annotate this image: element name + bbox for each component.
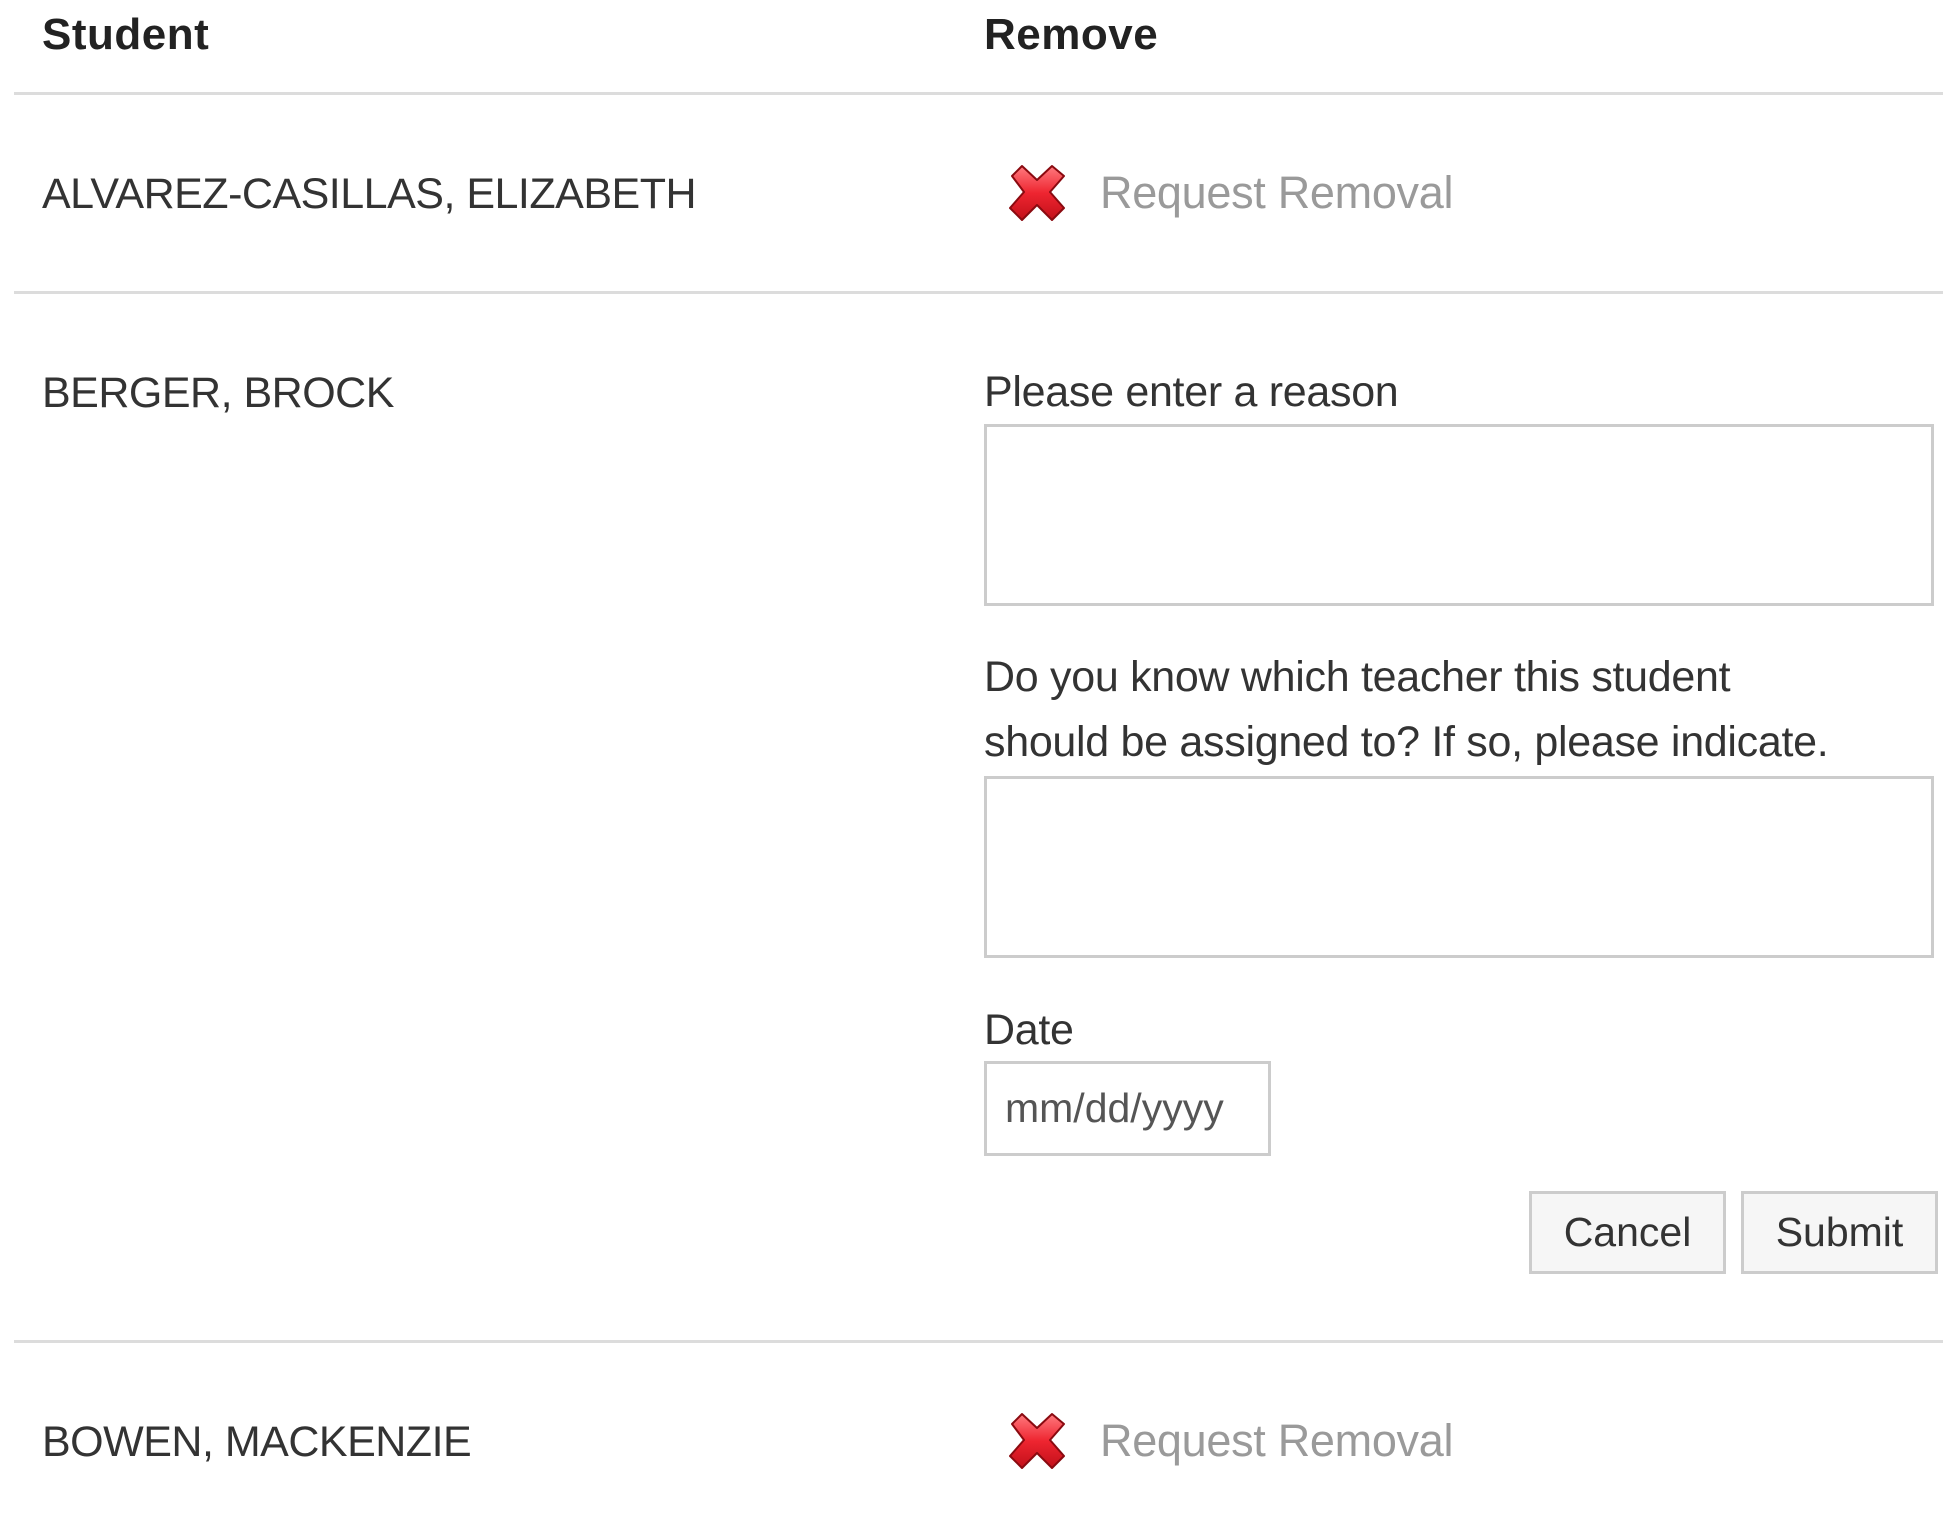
date-input[interactable] — [984, 1061, 1271, 1156]
reason-textarea[interactable] — [984, 424, 1934, 606]
request-removal-link[interactable]: Request Removal — [984, 1406, 1453, 1476]
header-divider — [14, 92, 1943, 95]
red-x-icon — [1002, 158, 1072, 228]
submit-button[interactable]: Submit — [1741, 1191, 1938, 1274]
date-label: Date — [984, 1006, 1074, 1054]
teacher-question-line2: should be assigned to? If so, please ind… — [984, 718, 1829, 766]
row-divider — [14, 1340, 1943, 1343]
column-header-student: Student — [42, 10, 210, 59]
teacher-textarea[interactable] — [984, 776, 1934, 958]
student-name: ALVAREZ-CASILLAS, ELIZABETH — [42, 170, 697, 218]
cancel-button[interactable]: Cancel — [1529, 1191, 1726, 1274]
request-removal-label: Request Removal — [1100, 1415, 1454, 1466]
student-removal-table: Student Remove ALVAREZ-CASILLAS, ELIZABE… — [0, 0, 1943, 1531]
red-x-icon — [1002, 1406, 1072, 1476]
student-name: BOWEN, MACKENZIE — [42, 1418, 472, 1466]
column-header-remove: Remove — [984, 10, 1159, 59]
teacher-question-line1: Do you know which teacher this student — [984, 653, 1731, 701]
request-removal-link[interactable]: Request Removal — [984, 158, 1453, 228]
reason-label: Please enter a reason — [984, 368, 1399, 416]
row-divider — [14, 291, 1943, 294]
student-name: BERGER, BROCK — [42, 369, 394, 417]
teacher-question-label: Do you know which teacher this student s… — [984, 645, 1934, 775]
request-removal-label: Request Removal — [1100, 167, 1454, 218]
